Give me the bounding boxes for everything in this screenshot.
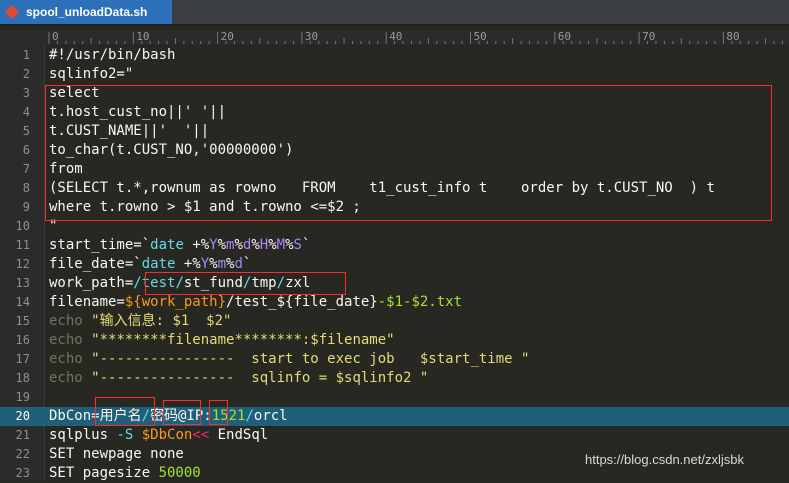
code-text[interactable]: #!/usr/bin/bash <box>49 46 175 65</box>
code-line[interactable]: 9 where t.rowno > $1 and t.rowno <=$2 ; <box>0 198 789 217</box>
code-line[interactable]: 2 sqlinfo2=" <box>0 65 789 84</box>
code-text[interactable]: (SELECT t.*,rownum as rowno FROM t1_cust… <box>49 179 715 198</box>
code-line[interactable]: 5 t.CUST_NAME||' '|| <box>0 122 789 141</box>
code-text[interactable]: select <box>49 84 100 103</box>
code-text[interactable]: where t.rowno > $1 and t.rowno <=$2 ; <box>49 198 361 217</box>
ruler-ticks: 0 10 20 30 40 50 60 70 80 <box>48 30 783 44</box>
code-text[interactable]: t.CUST_NAME||' '|| <box>49 122 209 141</box>
code-line[interactable]: 6 to_char(t.CUST_NO,'00000000') <box>0 141 789 160</box>
code-text[interactable]: echo "---------------- start to exec job… <box>49 350 529 369</box>
code-line[interactable]: 8 (SELECT t.*,rownum as rowno FROM t1_cus… <box>0 179 789 198</box>
code-text[interactable]: SET pagesize 50000 <box>49 464 201 483</box>
code-line[interactable]: 17 echo "---------------- start to exec j… <box>0 350 789 369</box>
code-line[interactable]: 19 <box>0 388 789 407</box>
code-line[interactable]: 10 " <box>0 217 789 236</box>
line-number: 17 <box>15 352 30 366</box>
line-number: 3 <box>22 86 30 100</box>
line-number: 6 <box>22 143 30 157</box>
tab-spool-unloaddata[interactable]: spool_unloadData.sh <box>0 0 172 24</box>
line-number: 19 <box>15 390 30 404</box>
code-text[interactable]: echo "输入信息: $1 $2" <box>49 312 231 331</box>
code-text[interactable]: work_path=/test/st_fund/tmp/zxl <box>49 274 310 293</box>
code-line[interactable]: 13 work_path=/test/st_fund/tmp/zxl <box>0 274 789 293</box>
code-text[interactable]: echo "********filename********:$filename… <box>49 331 395 350</box>
ruler-label: 40 <box>389 30 402 43</box>
tab-bar: spool_unloadData.sh <box>0 0 789 25</box>
ruler-label: 30 <box>305 30 318 43</box>
line-number: 16 <box>15 333 30 347</box>
ruler-label: 80 <box>726 30 739 43</box>
code-line[interactable]: 18 echo "---------------- sqlinfo = $sqli… <box>0 369 789 388</box>
line-number: 7 <box>22 162 30 176</box>
code-text[interactable]: filename=${work_path}/test_${file_date}-… <box>49 293 462 312</box>
line-number: 22 <box>15 447 30 461</box>
code-line[interactable]: 16 echo "********filename********:$filena… <box>0 331 789 350</box>
line-number: 10 <box>15 219 30 233</box>
column-ruler: 0 10 20 30 40 50 60 70 80 <box>0 30 789 44</box>
line-number: 2 <box>22 67 30 81</box>
code-text[interactable]: to_char(t.CUST_NO,'00000000') <box>49 141 293 160</box>
line-number: 23 <box>15 466 30 480</box>
code-line[interactable]: 14 filename=${work_path}/test_${file_date… <box>0 293 789 312</box>
code-line[interactable]: 21 sqlplus -S $DbCon<< EndSql <box>0 426 789 445</box>
code-text[interactable]: echo "---------------- sqlinfo = $sqlinf… <box>49 369 428 388</box>
ruler-label: 0 <box>52 30 59 43</box>
code-text[interactable]: sqlinfo2=" <box>49 65 133 84</box>
line-number: 21 <box>15 428 30 442</box>
code-text[interactable]: from <box>49 160 83 179</box>
watermark-text: https://blog.csdn.net/zxljsbk <box>585 452 744 467</box>
ruler-label: 60 <box>558 30 571 43</box>
code-line[interactable]: 7 from <box>0 160 789 179</box>
tab-filename: spool_unloadData.sh <box>26 5 148 19</box>
line-number: 5 <box>22 124 30 138</box>
code-line[interactable]: 1 #!/usr/bin/bash <box>0 46 789 65</box>
line-number: 9 <box>22 200 30 214</box>
file-modified-icon <box>4 4 20 20</box>
line-number: 8 <box>22 181 30 195</box>
code-line[interactable]: 3 select <box>0 84 789 103</box>
ruler-label: 20 <box>221 30 234 43</box>
code-text[interactable]: start_time=`date +%Y%m%d%H%M%S` <box>49 236 310 255</box>
ruler-label: 10 <box>136 30 149 43</box>
code-text[interactable]: sqlplus -S $DbCon<< EndSql <box>49 426 268 445</box>
code-text[interactable]: SET newpage none <box>49 445 184 464</box>
ruler-label: 70 <box>642 30 655 43</box>
code-text[interactable]: t.host_cust_no||' '|| <box>49 103 226 122</box>
code-text[interactable]: file_date=`date +%Y%m%d` <box>49 255 251 274</box>
code-line[interactable]: 11 start_time=`date +%Y%m%d%H%M%S` <box>0 236 789 255</box>
code-line[interactable]: 12 file_date=`date +%Y%m%d` <box>0 255 789 274</box>
line-number: 1 <box>22 48 30 62</box>
code-line[interactable]: 4 t.host_cust_no||' '|| <box>0 103 789 122</box>
ruler-label: 50 <box>474 30 487 43</box>
line-number: 18 <box>15 371 30 385</box>
code-text[interactable]: DbCon=用户名/密码@IP:1521/orcl <box>49 407 288 426</box>
line-number: 15 <box>15 314 30 328</box>
line-number: 11 <box>15 238 30 252</box>
code-line[interactable]: 20 DbCon=用户名/密码@IP:1521/orcl <box>0 407 789 426</box>
line-number: 14 <box>15 295 30 309</box>
code-text[interactable]: " <box>49 217 57 236</box>
code-line[interactable]: 15 echo "输入信息: $1 $2" <box>0 312 789 331</box>
line-number: 4 <box>22 105 30 119</box>
line-number: 12 <box>15 257 30 271</box>
line-number: 20 <box>15 409 30 423</box>
line-number: 13 <box>15 276 30 290</box>
